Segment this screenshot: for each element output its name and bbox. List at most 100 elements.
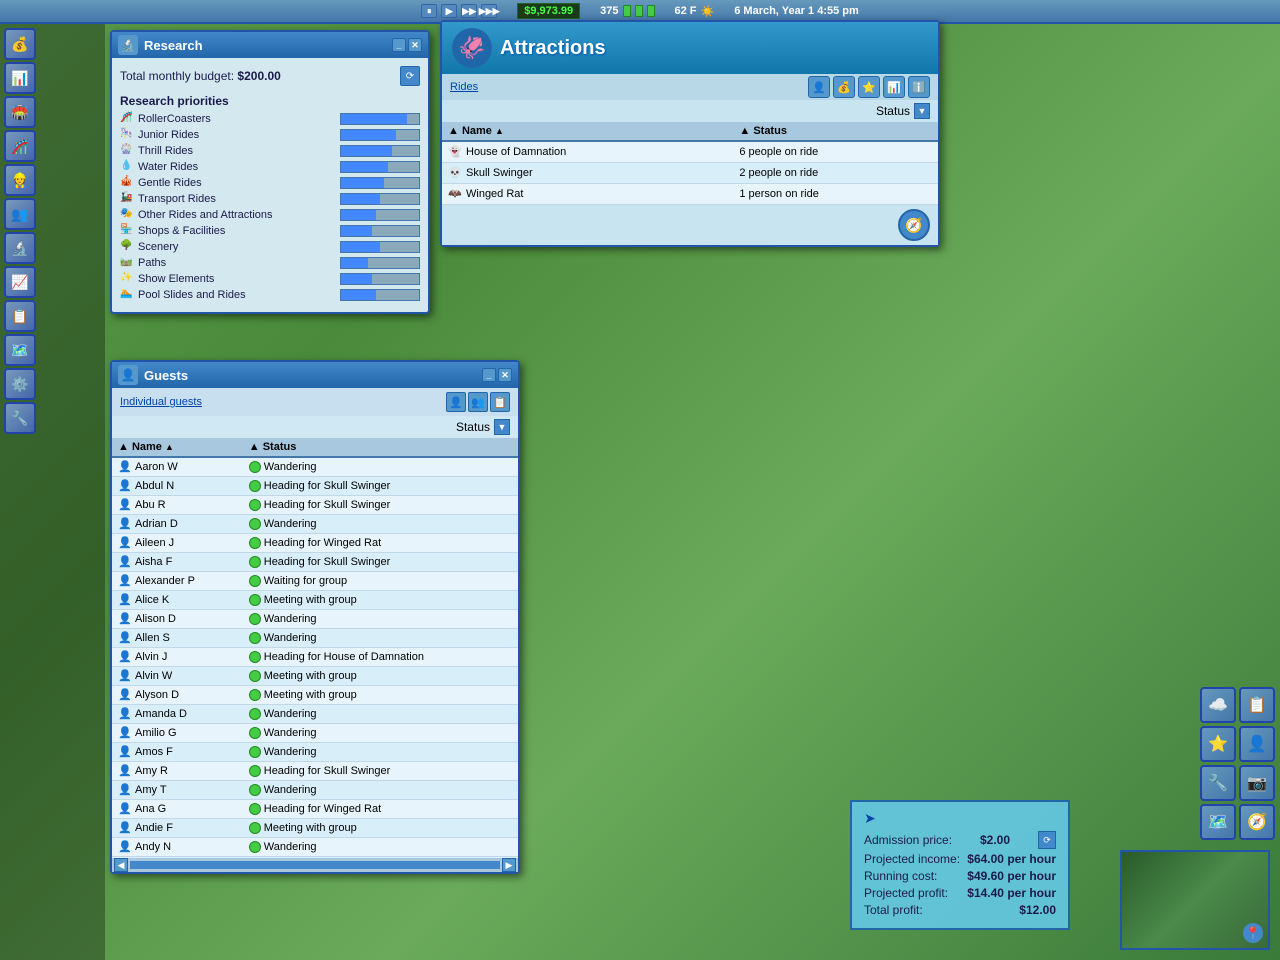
research-item-name: Transport Rides — [138, 193, 340, 205]
list-item[interactable]: 👤Allen S Wandering — [112, 629, 518, 648]
research-bar-container[interactable] — [340, 257, 420, 269]
att-ctrl-money[interactable]: 💰 — [833, 76, 855, 98]
ride-icon: 🦇 — [448, 187, 462, 201]
list-item[interactable]: 👤Amy T Wandering — [112, 781, 518, 800]
guests-view-list[interactable]: 📋 — [490, 392, 510, 412]
guest-name-cell: 👤Adrian D — [112, 515, 243, 534]
list-item[interactable]: 👤Aisha F Heading for Skull Swinger — [112, 553, 518, 572]
research-bar-container[interactable] — [340, 225, 420, 237]
right-icon-nav[interactable]: 🧭 — [1239, 804, 1275, 840]
rides-tab[interactable]: Rides — [450, 81, 478, 93]
sidebar-wrench-icon[interactable]: 🔧 — [4, 402, 36, 434]
research-bar-container[interactable] — [340, 209, 420, 221]
guest-col-status[interactable]: ▲ Status — [243, 438, 518, 457]
guests-close[interactable]: ✕ — [498, 368, 512, 382]
right-icon-person[interactable]: 👤 — [1239, 726, 1275, 762]
table-row[interactable]: 💀Skull Swinger 2 people on ride — [442, 163, 938, 184]
right-icon-list[interactable]: 📋 — [1239, 687, 1275, 723]
research-bar-container[interactable] — [340, 161, 420, 173]
play-btn[interactable]: ▶ — [441, 4, 457, 18]
research-bar-container[interactable] — [340, 129, 420, 141]
guests-scroll-right[interactable]: ▶ — [502, 858, 516, 872]
list-item[interactable]: 👤Amos F Wandering — [112, 743, 518, 762]
right-icon-star[interactable]: ⭐ — [1200, 726, 1236, 762]
faster-btn[interactable]: ▶▶▶ — [481, 4, 497, 18]
guest-status-cell: Heading for House of Damnation — [243, 648, 518, 667]
sidebar-rides-icon[interactable]: 🎢 — [4, 130, 36, 162]
research-minimize[interactable]: _ — [392, 38, 406, 52]
right-icon-cloud[interactable]: ☁️ — [1200, 687, 1236, 723]
guests-minimize[interactable]: _ — [482, 368, 496, 382]
list-item[interactable]: 👤Adrian D Wandering — [112, 515, 518, 534]
park-thumbnail[interactable]: 📍 — [1120, 850, 1270, 950]
attractions-nav-btn[interactable]: 🧭 — [898, 209, 930, 241]
list-item[interactable]: 👤Alice K Meeting with group — [112, 591, 518, 610]
research-bar — [341, 210, 376, 220]
guests-subtitle[interactable]: Individual guests — [120, 396, 202, 408]
list-item[interactable]: 👤Abdul N Heading for Skull Swinger — [112, 477, 518, 496]
research-bar-container[interactable] — [340, 113, 420, 125]
guests-filter-arrow[interactable]: ▼ — [494, 419, 510, 435]
pause-btn[interactable]: ⏸ — [421, 4, 437, 18]
left-sidebar: 💰 📊 🏟️ 🎢 👷 👥 🔬 📈 📋 🗺️ ⚙️ 🔧 — [0, 24, 105, 960]
list-item[interactable]: 👤Andy N Wandering — [112, 838, 518, 857]
research-bar-container[interactable] — [340, 273, 420, 285]
sidebar-research-icon[interactable]: 🔬 — [4, 232, 36, 264]
att-col-status[interactable]: ▲ Status — [733, 122, 938, 141]
att-ctrl-graph[interactable]: 📊 — [883, 76, 905, 98]
sidebar-guests-icon[interactable]: 👥 — [4, 198, 36, 230]
guests-scrollbar[interactable] — [130, 861, 500, 869]
guests-table-container[interactable]: ▲ Name ▲ Status 👤Aaron W Wandering 👤Abdu… — [112, 438, 518, 858]
sidebar-finance-icon[interactable]: 📈 — [4, 266, 36, 298]
sidebar-graph-icon[interactable]: 📊 — [4, 62, 36, 94]
research-item-name: Gentle Rides — [138, 177, 340, 189]
att-col-name[interactable]: ▲ Name — [442, 122, 733, 141]
list-item[interactable]: 👤Alvin J Heading for House of Damnation — [112, 648, 518, 667]
research-bar-container[interactable] — [340, 241, 420, 253]
list-item[interactable]: 👤Alison D Wandering — [112, 610, 518, 629]
list-item[interactable]: 👤Aileen J Heading for Winged Rat — [112, 534, 518, 553]
research-item-icon: 🎪 — [120, 176, 134, 190]
list-item[interactable]: 👤Alvin W Meeting with group — [112, 667, 518, 686]
att-ctrl-info[interactable]: ℹ️ — [908, 76, 930, 98]
research-bar-container[interactable] — [340, 177, 420, 189]
sidebar-staff-icon[interactable]: 👷 — [4, 164, 36, 196]
guests-view-individual[interactable]: 👤 — [446, 392, 466, 412]
list-item[interactable]: 👤Ana G Heading for Winged Rat — [112, 800, 518, 819]
list-item[interactable]: 👤Alexander P Waiting for group — [112, 572, 518, 591]
table-row[interactable]: 👻House of Damnation 6 people on ride — [442, 141, 938, 163]
list-item[interactable]: 👤Alyson D Meeting with group — [112, 686, 518, 705]
research-item-name: Show Elements — [138, 273, 340, 285]
ride-name-cell: 👻House of Damnation — [442, 141, 733, 163]
guests-view-groups[interactable]: 👥 — [468, 392, 488, 412]
right-icon-camera[interactable]: 📷 — [1239, 765, 1275, 801]
guest-person-icon: 👤 — [118, 726, 132, 740]
list-item[interactable]: 👤Amilio G Wandering — [112, 724, 518, 743]
research-bar-container[interactable] — [340, 193, 420, 205]
research-bar-container[interactable] — [340, 145, 420, 157]
list-item[interactable]: 👤Amy R Heading for Skull Swinger — [112, 762, 518, 781]
budget-spinner[interactable]: ⟳ — [400, 66, 420, 86]
att-ctrl-people[interactable]: 👤 — [808, 76, 830, 98]
table-row[interactable]: 🦇Winged Rat 1 person on ride — [442, 184, 938, 205]
list-item[interactable]: 👤Amanda D Wandering — [112, 705, 518, 724]
list-item[interactable]: 👤Abu R Heading for Skull Swinger — [112, 496, 518, 515]
sidebar-cash-icon[interactable]: 💰 — [4, 28, 36, 60]
sidebar-map-icon[interactable]: 🗺️ — [4, 334, 36, 366]
list-item[interactable]: 👤Andie F Meeting with group — [112, 819, 518, 838]
research-bar-container[interactable] — [340, 289, 420, 301]
right-icon-map[interactable]: 🗺️ — [1200, 804, 1236, 840]
att-ctrl-star[interactable]: ⭐ — [858, 76, 880, 98]
attractions-filter-arrow[interactable]: ▼ — [914, 103, 930, 119]
guest-col-name[interactable]: ▲ Name — [112, 438, 243, 457]
fast-btn[interactable]: ▶▶ — [461, 4, 477, 18]
research-close[interactable]: ✕ — [408, 38, 422, 52]
sidebar-options-icon[interactable]: ⚙️ — [4, 368, 36, 400]
right-icon-wrench[interactable]: 🔧 — [1200, 765, 1236, 801]
sidebar-scenario-icon[interactable]: 📋 — [4, 300, 36, 332]
admission-spinner[interactable]: ⟳ — [1038, 831, 1056, 849]
guests-scroll-left[interactable]: ◀ — [114, 858, 128, 872]
list-item[interactable]: 👤Aaron W Wandering — [112, 457, 518, 477]
guests-title-left: 👤 Guests — [118, 365, 188, 385]
sidebar-park-icon[interactable]: 🏟️ — [4, 96, 36, 128]
